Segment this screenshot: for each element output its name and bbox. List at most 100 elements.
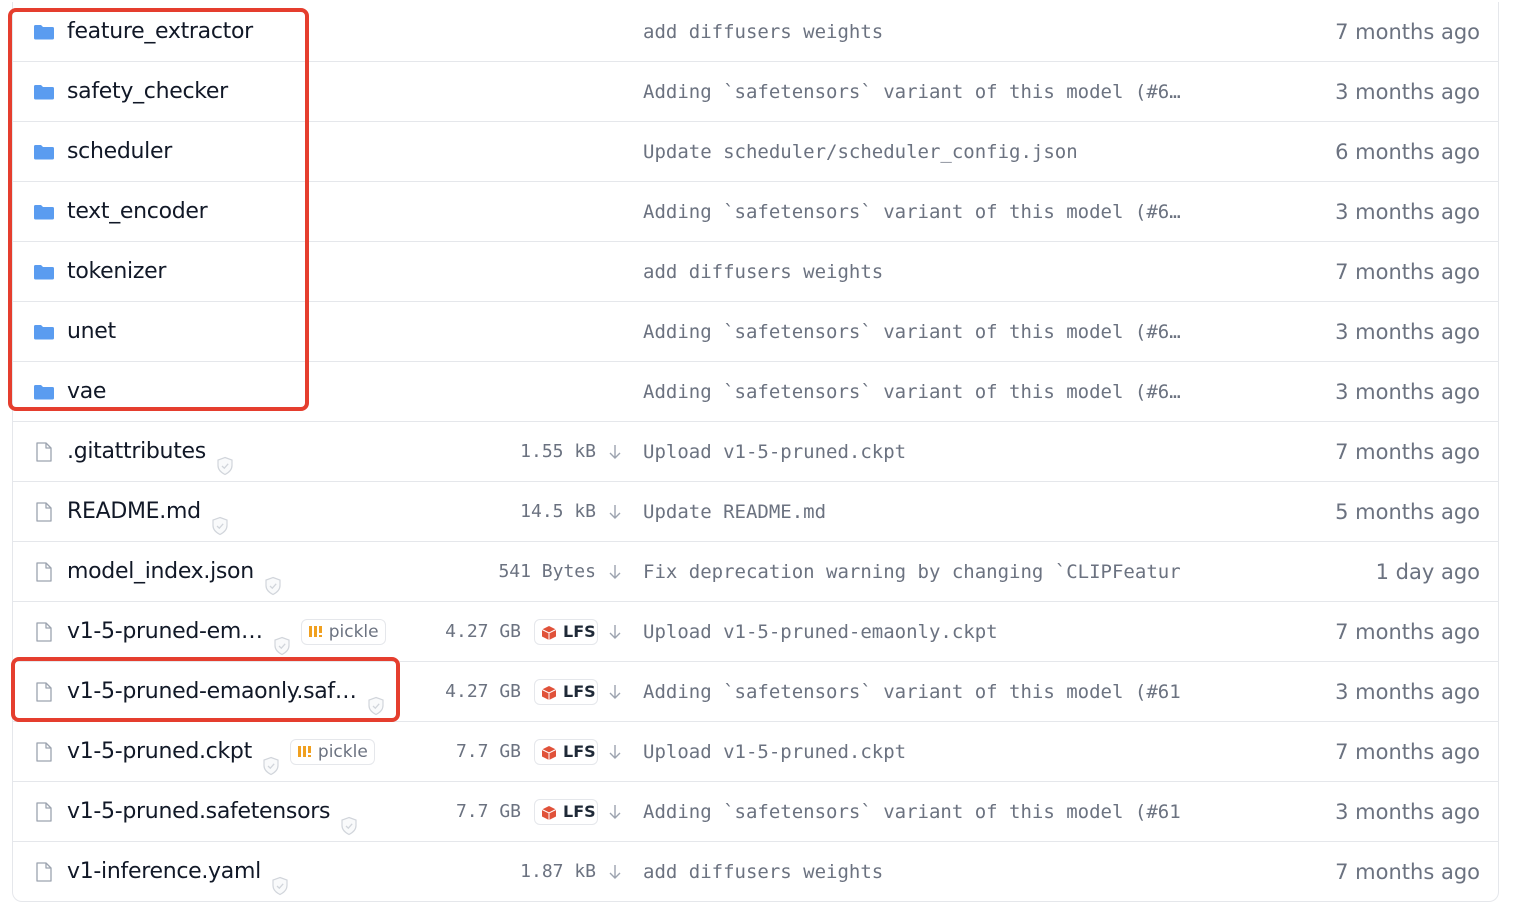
shield-check-icon[interactable] xyxy=(216,440,234,476)
lfs-cube-icon xyxy=(541,744,557,760)
folder-row[interactable]: vae Adding `safetensors` variant of this … xyxy=(13,362,1498,422)
download-arrow-icon[interactable] xyxy=(607,622,623,642)
shield-check-icon[interactable] xyxy=(262,740,280,776)
folder-row[interactable]: safety_checker Adding `safetensors` varia… xyxy=(13,62,1498,122)
lfs-badge[interactable]: LFS xyxy=(534,679,598,705)
commit-message-link[interactable]: Upload v1-5-pruned-emaonly.ckpt xyxy=(643,602,1235,662)
pickle-label: pickle xyxy=(317,742,368,762)
file-size: 4.27 GB xyxy=(445,621,521,642)
file-name-link[interactable]: .gitattributes xyxy=(67,422,234,482)
entry-name-text: vae xyxy=(67,379,107,404)
shield-check-icon[interactable] xyxy=(211,500,229,536)
folder-icon xyxy=(33,82,55,102)
last-modified-date: 3 months ago xyxy=(1335,380,1480,404)
entry-name-text: README.md xyxy=(67,499,201,524)
commit-message-link[interactable]: Adding `safetensors` variant of this mod… xyxy=(643,62,1235,122)
folder-row[interactable]: text_encoder Adding `safetensors` variant… xyxy=(13,182,1498,242)
folder-name-link[interactable]: unet xyxy=(67,302,116,362)
download-arrow-icon[interactable] xyxy=(607,442,623,462)
folder-name-link[interactable]: scheduler xyxy=(67,122,172,182)
folder-row[interactable]: unet Adding `safetensors` variant of this… xyxy=(13,302,1498,362)
lfs-cube-icon xyxy=(541,624,557,640)
commit-message-link[interactable]: add diffusers weights xyxy=(643,242,1235,302)
commit-message-link[interactable]: Update README.md xyxy=(643,482,1235,542)
file-name-link[interactable]: README.md xyxy=(67,482,229,542)
commit-message-link[interactable]: Adding `safetensors` variant of this mod… xyxy=(643,662,1235,722)
commit-message-link[interactable]: add diffusers weights xyxy=(643,842,1235,901)
shield-check-icon[interactable] xyxy=(271,860,289,896)
folder-name-link[interactable]: safety_checker xyxy=(67,62,228,122)
last-modified-date: 3 months ago xyxy=(1335,200,1480,224)
pickle-badge[interactable]: pickle xyxy=(289,739,375,765)
pickle-badge[interactable]: pickle xyxy=(300,619,386,645)
folder-row[interactable]: scheduler Update scheduler/scheduler_conf… xyxy=(13,122,1498,182)
file-icon xyxy=(33,862,55,882)
file-size: 541 Bytes xyxy=(498,561,596,582)
download-arrow-icon[interactable] xyxy=(607,562,623,582)
file-row[interactable]: model_index.json 541 Bytes Fix deprecation… xyxy=(13,542,1498,602)
download-arrow-icon[interactable] xyxy=(607,682,623,702)
commit-message-link[interactable]: Update scheduler/scheduler_config.json xyxy=(643,122,1235,182)
download-arrow-icon[interactable] xyxy=(607,862,623,882)
file-name-link[interactable]: v1-5-pruned.safetensors xyxy=(67,782,358,842)
folder-name-link[interactable]: feature_extractor xyxy=(67,2,253,62)
commit-message-link[interactable]: Upload v1-5-pruned.ckpt xyxy=(643,722,1235,782)
file-row[interactable]: README.md 14.5 kB Update README.md 5 months… xyxy=(13,482,1498,542)
file-icon xyxy=(33,502,55,522)
commit-message-link[interactable]: Adding `safetensors` variant of this mod… xyxy=(643,782,1235,842)
lfs-label: LFS xyxy=(563,802,596,821)
folder-row[interactable]: feature_extractor add diffusers weights 7 … xyxy=(13,2,1498,62)
shield-check-icon[interactable] xyxy=(273,620,291,656)
file-row[interactable]: v1-5-pruned-emaonly.saf… 4.27 GB LFS Adding… xyxy=(13,662,1498,722)
folder-name-link[interactable]: text_encoder xyxy=(67,182,208,242)
commit-message-link[interactable]: Adding `safetensors` variant of this mod… xyxy=(643,182,1235,242)
file-icon xyxy=(33,802,55,822)
folder-name-link[interactable]: tokenizer xyxy=(67,242,166,302)
lfs-badge[interactable]: LFS xyxy=(534,739,598,765)
download-arrow-icon[interactable] xyxy=(607,742,623,762)
lfs-badge[interactable]: LFS xyxy=(534,619,598,645)
commit-message-link[interactable]: Adding `safetensors` variant of this mod… xyxy=(643,302,1235,362)
last-modified-date: 3 months ago xyxy=(1335,320,1480,344)
download-arrow-icon[interactable] xyxy=(607,502,623,522)
shield-check-icon[interactable] xyxy=(367,680,385,716)
lfs-cube-icon xyxy=(541,684,557,700)
last-modified-date: 7 months ago xyxy=(1335,860,1480,884)
file-size: 1.87 kB xyxy=(520,861,596,882)
last-modified-date: 1 day ago xyxy=(1375,560,1480,584)
file-name-link[interactable]: v1-5-pruned-emaonly.saf… xyxy=(67,662,385,722)
file-name-link[interactable]: v1-inference.yaml xyxy=(67,842,289,901)
file-name-link[interactable]: model_index.json xyxy=(67,542,282,602)
entry-name-text: unet xyxy=(67,319,116,344)
last-modified-date: 3 months ago xyxy=(1335,680,1480,704)
file-icon xyxy=(33,442,55,462)
file-row[interactable]: .gitattributes 1.55 kB Upload v1-5-pruned.… xyxy=(13,422,1498,482)
file-row[interactable]: v1-inference.yaml 1.87 kB add diffusers we… xyxy=(13,842,1498,901)
last-modified-date: 7 months ago xyxy=(1335,20,1480,44)
last-modified-date: 7 months ago xyxy=(1335,260,1480,284)
file-name-link[interactable]: v1-5-pruned.ckpt xyxy=(67,722,280,782)
file-name-link[interactable]: v1-5-pruned-em… xyxy=(67,602,291,662)
file-row[interactable]: v1-5-pruned-em… pickle 4.27 GB LFS Upload v1… xyxy=(13,602,1498,662)
entry-name-text: tokenizer xyxy=(67,259,167,284)
last-modified-date: 7 months ago xyxy=(1335,740,1480,764)
commit-message-link[interactable]: Fix deprecation warning by changing `CLI… xyxy=(643,542,1235,602)
lfs-label: LFS xyxy=(563,742,596,761)
commit-message-link[interactable]: Upload v1-5-pruned.ckpt xyxy=(643,422,1235,482)
folder-row[interactable]: tokenizer add diffusers weights 7 months a… xyxy=(13,242,1498,302)
download-arrow-icon[interactable] xyxy=(607,802,623,822)
shield-check-icon[interactable] xyxy=(340,800,358,836)
lfs-badge[interactable]: LFS xyxy=(534,799,598,825)
commit-message-link[interactable]: Adding `safetensors` variant of this mod… xyxy=(643,362,1235,422)
commit-message-link[interactable]: add diffusers weights xyxy=(643,2,1235,62)
last-modified-date: 5 months ago xyxy=(1335,500,1480,524)
pickle-label: pickle xyxy=(328,622,379,642)
file-row[interactable]: v1-5-pruned.safetensors 7.7 GB LFS Adding `… xyxy=(13,782,1498,842)
entry-name-text: model_index.json xyxy=(67,559,254,584)
entry-name-text: v1-5-pruned.ckpt xyxy=(67,739,252,764)
shield-check-icon[interactable] xyxy=(264,560,282,596)
folder-name-link[interactable]: vae xyxy=(67,362,106,422)
last-modified-date: 3 months ago xyxy=(1335,800,1480,824)
file-icon xyxy=(33,742,55,762)
file-row[interactable]: v1-5-pruned.ckpt pickle 7.7 GB LFS Upload v1… xyxy=(13,722,1498,782)
